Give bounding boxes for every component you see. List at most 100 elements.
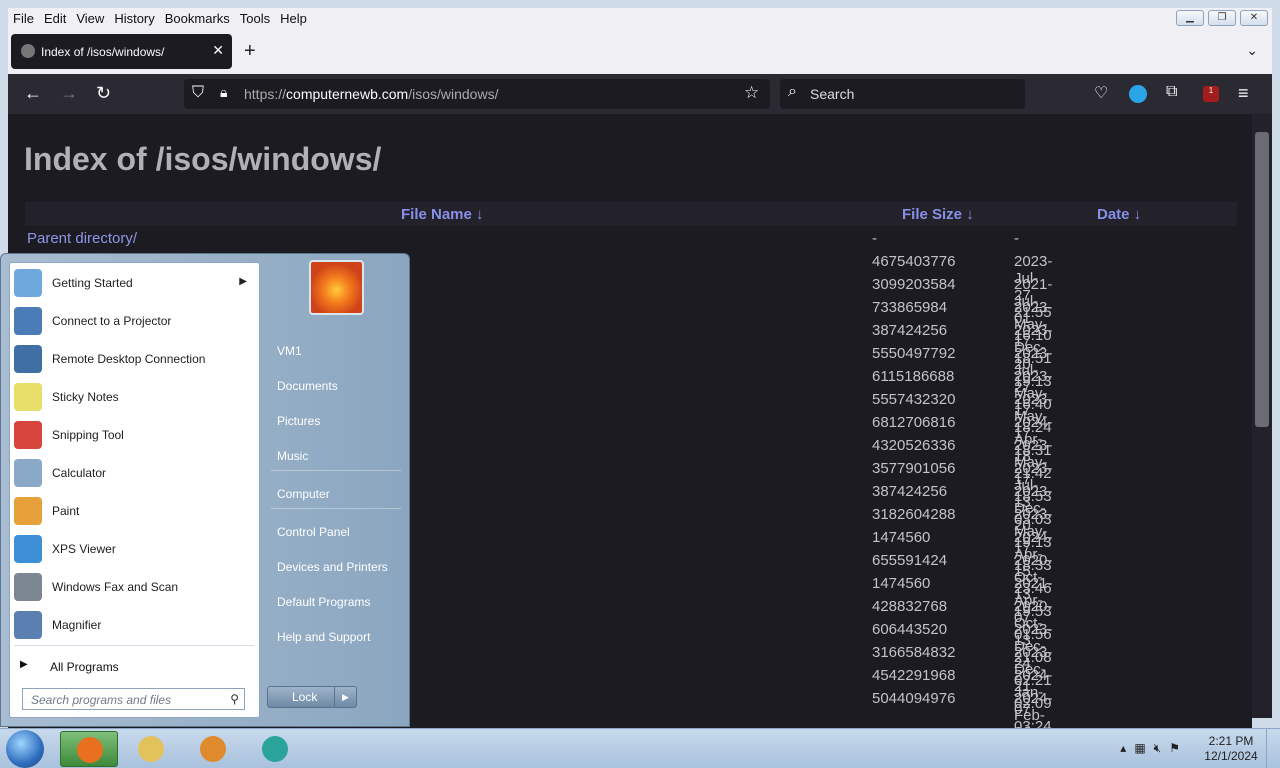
start-menu-item[interactable]: Connect to a Projector xyxy=(10,303,259,339)
remote-desktop-icon xyxy=(14,345,42,373)
start-menu-item[interactable]: Snipping Tool xyxy=(10,417,259,453)
volume-muted-icon[interactable]: 🔇︎ xyxy=(1154,741,1162,756)
new-tab-button[interactable]: + xyxy=(244,40,256,63)
url-text: https://computernewb.com/isos/windows/ xyxy=(244,86,499,102)
address-bar[interactable]: ⛉ 🔒︎ https://computernewb.com/isos/windo… xyxy=(184,79,770,109)
start-menu-link[interactable]: Help and Support xyxy=(267,622,403,652)
start-menu-link[interactable]: Computer xyxy=(267,479,403,509)
start-menu-item[interactable]: Calculator xyxy=(10,455,259,491)
start-menu-link[interactable]: Devices and Printers xyxy=(267,552,403,582)
row-file-size: 5044094976 xyxy=(872,690,956,707)
start-menu-link[interactable]: VM1 xyxy=(267,336,403,366)
taskbar-app-button[interactable] xyxy=(60,731,118,767)
shield-icon[interactable]: ⛉ xyxy=(192,84,204,102)
col-date[interactable]: Date ↓ xyxy=(1097,206,1141,223)
list-all-tabs-icon[interactable]: ⌄ xyxy=(1246,42,1258,59)
tab-index[interactable]: Index of /isos/windows/ ✕ xyxy=(11,34,232,69)
tab-title: Index of /isos/windows/ xyxy=(41,45,165,59)
lock-icon[interactable]: 🔒︎ xyxy=(220,84,227,101)
start-menu-link[interactable]: Documents xyxy=(267,371,403,401)
row-file-size: 5557432320 xyxy=(872,391,956,408)
col-file-size[interactable]: File Size ↓ xyxy=(902,206,974,223)
menu-help[interactable]: Help xyxy=(275,8,312,29)
row-file-size: 4320526336 xyxy=(872,437,956,454)
col-file-name[interactable]: File Name ↓ xyxy=(401,206,484,223)
row-file-size: 6812706816 xyxy=(872,414,956,431)
start-menu-link[interactable]: Music xyxy=(267,441,403,471)
back-icon[interactable]: ← xyxy=(24,83,42,104)
submenu-arrow-icon: ▶ xyxy=(239,276,247,287)
all-programs-label: All Programs xyxy=(50,660,119,674)
parent-directory-link[interactable]: Parent directory/ xyxy=(27,230,137,247)
close-window-button[interactable]: ✕ xyxy=(1240,10,1268,26)
bookmark-star-icon[interactable]: ☆ xyxy=(744,83,759,103)
start-menu-item[interactable]: Remote Desktop Connection xyxy=(10,341,259,377)
menu-history[interactable]: History xyxy=(109,8,159,29)
network-icon[interactable]: ▦ xyxy=(1134,741,1145,756)
reload-icon[interactable]: ↻ xyxy=(96,83,111,104)
menu-view[interactable]: View xyxy=(71,8,109,29)
scrollbar[interactable] xyxy=(1252,114,1272,718)
scrollbar-thumb[interactable] xyxy=(1255,132,1269,427)
start-menu-item[interactable]: Paint xyxy=(10,493,259,529)
menu-tools[interactable]: Tools xyxy=(235,8,275,29)
row-file-size: 606443520 xyxy=(872,621,948,638)
restore-button[interactable]: ❐ xyxy=(1208,10,1236,26)
start-search-input[interactable]: Search programs and files ⚲ xyxy=(22,688,245,710)
start-button[interactable] xyxy=(6,730,44,768)
magnifier-icon xyxy=(14,611,42,639)
menu-edit[interactable]: Edit xyxy=(39,8,71,29)
start-search-placeholder: Search programs and files xyxy=(31,693,172,707)
row-file-size: 655591424 xyxy=(872,552,948,569)
forward-icon[interactable]: → xyxy=(60,83,78,104)
hamburger-menu-icon[interactable]: ≡ xyxy=(1238,83,1249,104)
start-menu-item-label: Paint xyxy=(52,504,80,518)
start-menu-item-label: Connect to a Projector xyxy=(52,314,172,328)
taskbar-app-button[interactable] xyxy=(246,731,304,767)
ublock-icon[interactable]: 1 xyxy=(1203,86,1219,102)
row-file-size: 3182604288 xyxy=(872,506,956,523)
start-menu-link[interactable]: Pictures xyxy=(267,406,403,436)
start-menu-item-label: XPS Viewer xyxy=(52,542,116,556)
taskbar-app-button[interactable] xyxy=(184,731,242,767)
row-file-size: 3166584832 xyxy=(872,644,956,661)
start-menu-programs: ▶ All Programs Search programs and files… xyxy=(9,262,260,718)
menu-bookmarks[interactable]: Bookmarks xyxy=(160,8,235,29)
tab-close-icon[interactable]: ✕ xyxy=(212,42,224,59)
start-menu-item-label: Remote Desktop Connection xyxy=(52,352,206,366)
row-file-size: 387424256 xyxy=(872,483,948,500)
all-programs-button[interactable]: ▶ All Programs xyxy=(10,651,259,681)
action-center-flag-icon[interactable]: ⚑ xyxy=(1169,741,1180,756)
account-icon[interactable] xyxy=(1129,85,1147,103)
extensions-icon[interactable]: ⧉ xyxy=(1166,83,1177,101)
start-menu-item[interactable]: XPS Viewer xyxy=(10,531,259,567)
navigation-toolbar: ← → ↻ ⛉ 🔒︎ https://computernewb.com/isos… xyxy=(8,74,1272,114)
menu-file[interactable]: File xyxy=(8,8,39,29)
start-menu-item[interactable]: Sticky Notes xyxy=(10,379,259,415)
row-file-size: 733865984 xyxy=(872,299,948,316)
row-date: - xyxy=(1014,230,1019,247)
lock-button[interactable]: Lock ▶ xyxy=(267,686,357,708)
divider xyxy=(271,470,401,471)
taskbar-app-button[interactable] xyxy=(122,731,180,767)
minimize-button[interactable]: ▁ xyxy=(1176,10,1204,26)
show-desktop-button[interactable] xyxy=(1266,729,1280,768)
start-menu-item-label: Snipping Tool xyxy=(52,428,124,442)
start-menu-link[interactable]: Default Programs xyxy=(267,587,403,617)
start-menu-item[interactable]: Getting Started ▶ xyxy=(10,265,259,301)
show-hidden-icons-icon[interactable]: ▴ xyxy=(1120,741,1126,756)
projector-icon xyxy=(14,307,42,335)
media-player-icon xyxy=(200,736,226,762)
pocket-icon[interactable]: ♡ xyxy=(1094,83,1108,103)
start-menu-link[interactable]: Control Panel xyxy=(267,517,403,547)
fax-scan-icon xyxy=(14,573,42,601)
row-file-size: - xyxy=(872,230,877,247)
start-menu-item[interactable]: Windows Fax and Scan xyxy=(10,569,259,605)
start-menu-item[interactable]: Magnifier xyxy=(10,607,259,643)
user-avatar[interactable] xyxy=(309,260,364,315)
row-file-size: 3099203584 xyxy=(872,276,956,293)
search-bar[interactable]: ⌕ Search xyxy=(780,79,1025,109)
clock[interactable]: 2:21 PM 12/1/2024 xyxy=(1200,734,1262,764)
tab-bar: Index of /isos/windows/ ✕ + ⌄ xyxy=(8,30,1272,74)
shutdown-options-icon[interactable]: ▶ xyxy=(334,687,356,707)
